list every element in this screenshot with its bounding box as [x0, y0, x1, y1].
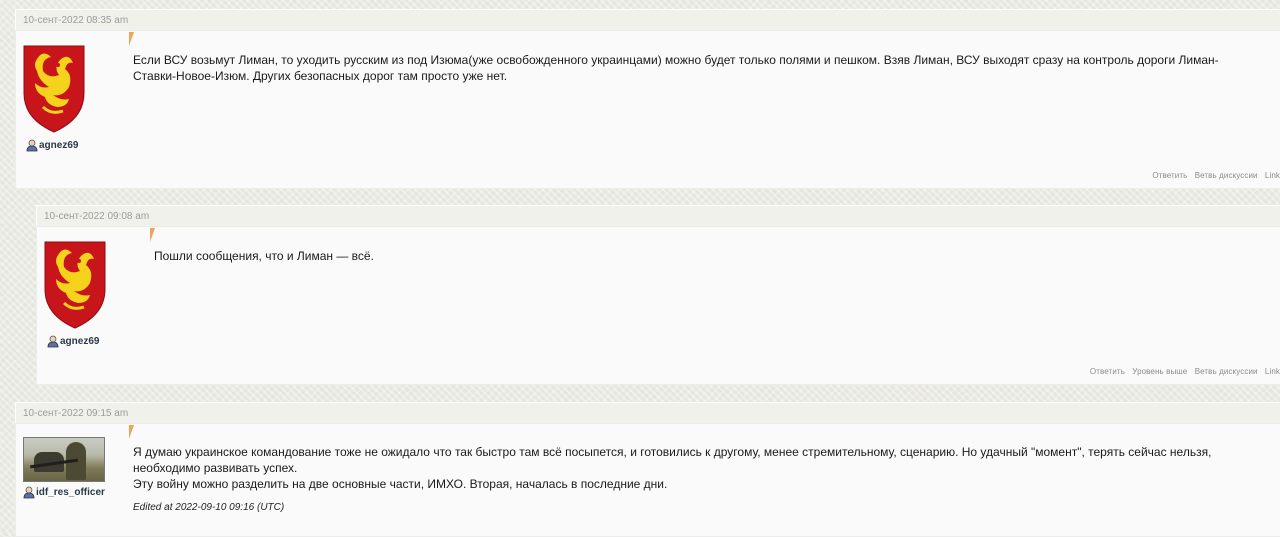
comment-paragraph: Я думаю украинское командование тоже не …	[133, 445, 1212, 475]
edited-note: Edited at 2022-09-10 09:16 (UTC)	[133, 502, 285, 513]
heraldic-phoenix-shield-icon	[44, 241, 106, 329]
comment-marker	[129, 32, 134, 46]
user-icon	[26, 139, 38, 152]
username[interactable]: idf_res_officer	[36, 487, 105, 498]
comment: 10-сент-2022 08:35 am agnez69 Если ВСУ в…	[15, 9, 1280, 189]
comment-marker	[129, 425, 134, 439]
comment-date: 10-сент-2022 08:35 am	[23, 15, 129, 26]
comment-header: 10-сент-2022 08:35 am	[15, 9, 1280, 31]
comment-body: agnez69 Пошли сообщения, что и Лиман — в…	[36, 226, 1280, 385]
comment-date: 10-сент-2022 09:15 am	[23, 408, 129, 419]
reply-link[interactable]: Ответить	[1152, 171, 1187, 180]
comment: 10-сент-2022 09:08 am agnez69 Пошли сооб…	[36, 205, 1280, 385]
thread-link[interactable]: Ветвь дискуссии	[1195, 367, 1258, 376]
parent-link[interactable]: Уровень выше	[1132, 367, 1187, 376]
userpic[interactable]	[23, 45, 85, 133]
permalink[interactable]: Link	[1265, 367, 1280, 376]
comment-paragraph: Эту войну можно разделить на две основны…	[133, 477, 668, 491]
username[interactable]: agnez69	[60, 336, 99, 347]
user-link[interactable]: idf_res_officer	[23, 486, 105, 499]
userpic[interactable]	[44, 241, 106, 329]
comment-body: agnez69 Если ВСУ возьмут Лиман, то уходи…	[15, 30, 1280, 189]
comment: 10-сент-2022 09:15 am idf_res_officer Я …	[15, 402, 1280, 537]
comment-date: 10-сент-2022 09:08 am	[44, 211, 150, 222]
username[interactable]: agnez69	[39, 140, 78, 151]
user-icon	[23, 486, 35, 499]
comment-paragraph: Пошли сообщения, что и Лиман — всё.	[154, 249, 374, 263]
comment-marker	[150, 228, 155, 242]
comment-header: 10-сент-2022 09:15 am	[15, 402, 1280, 424]
user-link[interactable]: agnez69	[26, 139, 78, 152]
comment-text: Пошли сообщения, что и Лиман — всё.	[154, 248, 1230, 264]
comment-actions: Ответить Уровень выше Ветвь дискуссии Li…	[1085, 367, 1280, 376]
permalink[interactable]: Link	[1265, 171, 1280, 180]
reply-link[interactable]: Ответить	[1090, 367, 1125, 376]
comment-header: 10-сент-2022 09:08 am	[36, 205, 1280, 227]
comment-text: Я думаю украинское командование тоже не …	[133, 444, 1230, 516]
comment-body: idf_res_officer Я думаю украинское коман…	[15, 423, 1280, 537]
heraldic-phoenix-shield-icon	[23, 45, 85, 133]
comment-paragraph: Если ВСУ возьмут Лиман, то уходить русск…	[133, 53, 1219, 83]
user-icon	[47, 335, 59, 348]
user-link[interactable]: agnez69	[47, 335, 99, 348]
comment-text: Если ВСУ возьмут Лиман, то уходить русск…	[133, 52, 1230, 84]
thread-link[interactable]: Ветвь дискуссии	[1195, 171, 1258, 180]
soldier-photo-icon	[23, 437, 105, 482]
comment-actions: Ответить Ветвь дискуссии Link	[1147, 171, 1280, 180]
userpic[interactable]	[23, 437, 105, 482]
